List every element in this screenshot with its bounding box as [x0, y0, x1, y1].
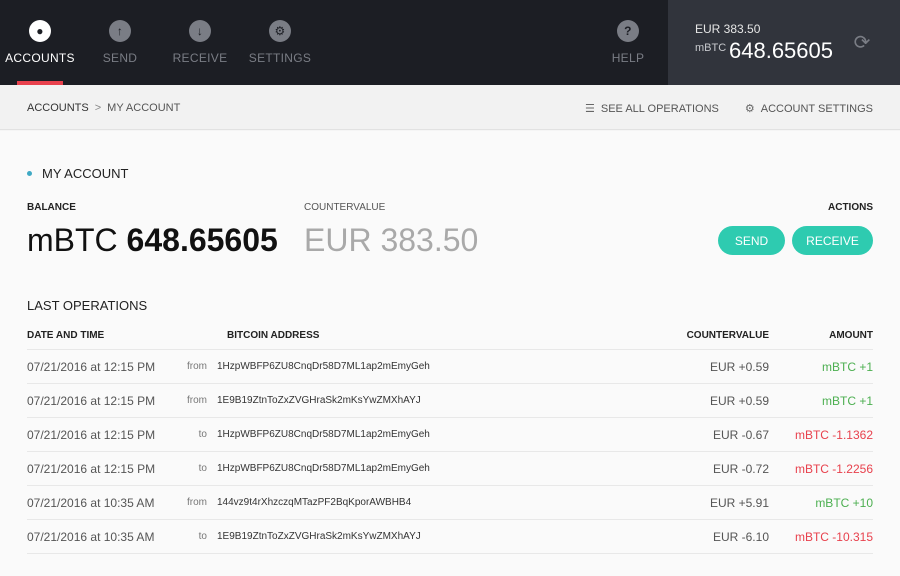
- nav-receive[interactable]: ↓ RECEIVE: [160, 0, 240, 85]
- table-row[interactable]: 07/21/2016 at 10:35 AM from 144vz9t4rXhz…: [27, 486, 873, 520]
- operation-countervalue: EUR -0.72: [712, 461, 769, 476]
- operation-amount: mBTC +10: [815, 495, 873, 510]
- countervalue-label: COUNTERVALUE: [304, 202, 386, 213]
- nav-settings-label: SETTINGS: [248, 51, 312, 65]
- operation-address: 144vz9t4rXhzczqMTazPF2BqKporAWBHB4: [217, 497, 412, 508]
- operation-countervalue: EUR -6.10: [712, 529, 769, 544]
- breadcrumb-current: MY ACCOUNT: [107, 102, 181, 114]
- operation-amount: mBTC +1: [821, 359, 873, 374]
- last-operations-title: LAST OPERATIONS: [27, 298, 148, 313]
- operation-countervalue: EUR +0.59: [709, 359, 769, 374]
- actions-label: ACTIONS: [828, 202, 873, 213]
- breadcrumb-accounts-link[interactable]: ACCOUNTS: [27, 102, 89, 114]
- operation-direction: from: [187, 361, 207, 372]
- receive-button[interactable]: RECEIVE: [792, 226, 873, 255]
- col-date-header: DATE AND TIME: [27, 330, 105, 341]
- nav-accounts-label: ACCOUNTS: [5, 51, 75, 65]
- see-all-operations-link[interactable]: ☰ SEE ALL OPERATIONS: [584, 102, 719, 116]
- nav-accounts[interactable]: ● ACCOUNTS: [0, 0, 80, 85]
- operation-amount: mBTC -1.1362: [794, 427, 873, 442]
- operation-countervalue: EUR +0.59: [709, 393, 769, 408]
- operation-address: 1HzpWBFP6ZU8CnqDr58D7ML1ap2mEmyGeh: [217, 361, 430, 372]
- table-row[interactable]: 07/21/2016 at 12:15 PM from 1HzpWBFP6ZU8…: [27, 350, 873, 384]
- account-settings-label: ACCOUNT SETTINGS: [760, 102, 873, 115]
- send-button[interactable]: SEND: [718, 226, 785, 255]
- breadcrumb: ACCOUNTS > MY ACCOUNT: [27, 102, 180, 114]
- operation-amount: mBTC +1: [821, 393, 873, 408]
- operations-table: DATE AND TIME BITCOIN ADDRESS COUNTERVAL…: [27, 330, 873, 554]
- breadcrumb-actions: ☰ SEE ALL OPERATIONS ⚙ ACCOUNT SETTINGS: [584, 102, 873, 116]
- help-icon: ?: [617, 20, 639, 42]
- operation-address: 1E9B19ZtnToZxZVGHraSk2mKsYwZMXhAYJ: [217, 531, 421, 542]
- operations-table-header: DATE AND TIME BITCOIN ADDRESS COUNTERVAL…: [27, 330, 873, 350]
- operation-direction: from: [187, 395, 207, 406]
- operation-countervalue: EUR +5.91: [709, 495, 769, 510]
- send-arrow-up-icon: ↑: [109, 20, 131, 42]
- col-amount-header: AMOUNT: [829, 330, 873, 341]
- breadcrumb-separator: >: [94, 102, 102, 114]
- countervalue-amount: EUR 383.50: [304, 222, 479, 258]
- operation-date: 07/21/2016 at 12:15 PM: [27, 393, 156, 408]
- operation-countervalue: EUR -0.67: [712, 427, 769, 442]
- operation-address: 1HzpWBFP6ZU8CnqDr58D7ML1ap2mEmyGeh: [217, 429, 430, 440]
- nav-help[interactable]: ? HELP: [588, 0, 668, 85]
- see-all-operations-label: SEE ALL OPERATIONS: [600, 102, 719, 115]
- table-row[interactable]: 07/21/2016 at 10:35 AM to 1E9B19ZtnToZxZ…: [27, 520, 873, 554]
- nav-help-label: HELP: [611, 51, 645, 65]
- breadcrumb-bar: ACCOUNTS > MY ACCOUNT ☰ SEE ALL OPERATIO…: [0, 85, 900, 130]
- account-title-text: MY ACCOUNT: [42, 166, 129, 181]
- balance-unit: mBTC: [27, 222, 118, 258]
- operation-address: 1E9B19ZtnToZxZVGHraSk2mKsYwZMXhAYJ: [217, 395, 421, 406]
- operation-amount: mBTC -1.2256: [794, 461, 873, 476]
- operation-date: 07/21/2016 at 12:15 PM: [27, 461, 156, 476]
- col-address-header: BITCOIN ADDRESS: [227, 330, 320, 341]
- operation-direction: to: [198, 463, 207, 474]
- nav-receive-label: RECEIVE: [172, 51, 228, 65]
- operation-date: 07/21/2016 at 12:15 PM: [27, 359, 156, 374]
- nav-send-label: SEND: [102, 51, 138, 65]
- operation-date: 07/21/2016 at 10:35 AM: [27, 495, 155, 510]
- header-countervalue: EUR 383.50: [695, 22, 761, 36]
- account-settings-link[interactable]: ⚙ ACCOUNT SETTINGS: [744, 102, 873, 116]
- refresh-icon[interactable]: ⟳: [852, 33, 872, 53]
- operation-date: 07/21/2016 at 10:35 AM: [27, 529, 155, 544]
- nav-send[interactable]: ↑ SEND: [80, 0, 160, 85]
- operation-direction: to: [198, 429, 207, 440]
- table-row[interactable]: 07/21/2016 at 12:15 PM to 1HzpWBFP6ZU8Cn…: [27, 452, 873, 486]
- balance-amount: mBTC 648.65605: [27, 222, 278, 259]
- main-nav: ● ACCOUNTS ↑ SEND ↓ RECEIVE ⚙ SETTINGS: [0, 0, 320, 85]
- balance-value: 648.65605: [126, 222, 278, 258]
- header-balance-box: EUR 383.50 mBTC 648.65605 ⟳: [668, 0, 900, 85]
- gear-icon: ⚙: [269, 20, 291, 42]
- table-row[interactable]: 07/21/2016 at 12:15 PM from 1E9B19ZtnToZ…: [27, 384, 873, 418]
- balance-label: BALANCE: [27, 202, 76, 213]
- nav-settings[interactable]: ⚙ SETTINGS: [240, 0, 320, 85]
- col-countervalue-header: COUNTERVALUE: [686, 330, 769, 341]
- gear-icon: ⚙: [744, 103, 755, 115]
- account-title: MY ACCOUNT: [27, 166, 128, 181]
- list-icon: ☰: [584, 103, 595, 115]
- receive-arrow-down-icon: ↓: [189, 20, 211, 42]
- operation-address: 1HzpWBFP6ZU8CnqDr58D7ML1ap2mEmyGeh: [217, 463, 430, 474]
- account-color-dot: [27, 171, 32, 176]
- table-row[interactable]: 07/21/2016 at 12:15 PM to 1HzpWBFP6ZU8Cn…: [27, 418, 873, 452]
- accounts-icon: ●: [29, 20, 51, 42]
- operation-direction: to: [198, 531, 207, 542]
- account-panel: MY ACCOUNT BALANCE COUNTERVALUE ACTIONS …: [0, 131, 900, 576]
- header-balance-unit: mBTC: [695, 42, 727, 54]
- operation-date: 07/21/2016 at 12:15 PM: [27, 427, 156, 442]
- header-balance-value: 648.65605: [729, 38, 833, 63]
- top-navigation-bar: ● ACCOUNTS ↑ SEND ↓ RECEIVE ⚙ SETTINGS ?…: [0, 0, 900, 85]
- operation-direction: from: [187, 497, 207, 508]
- operation-amount: mBTC -10.315: [794, 529, 873, 544]
